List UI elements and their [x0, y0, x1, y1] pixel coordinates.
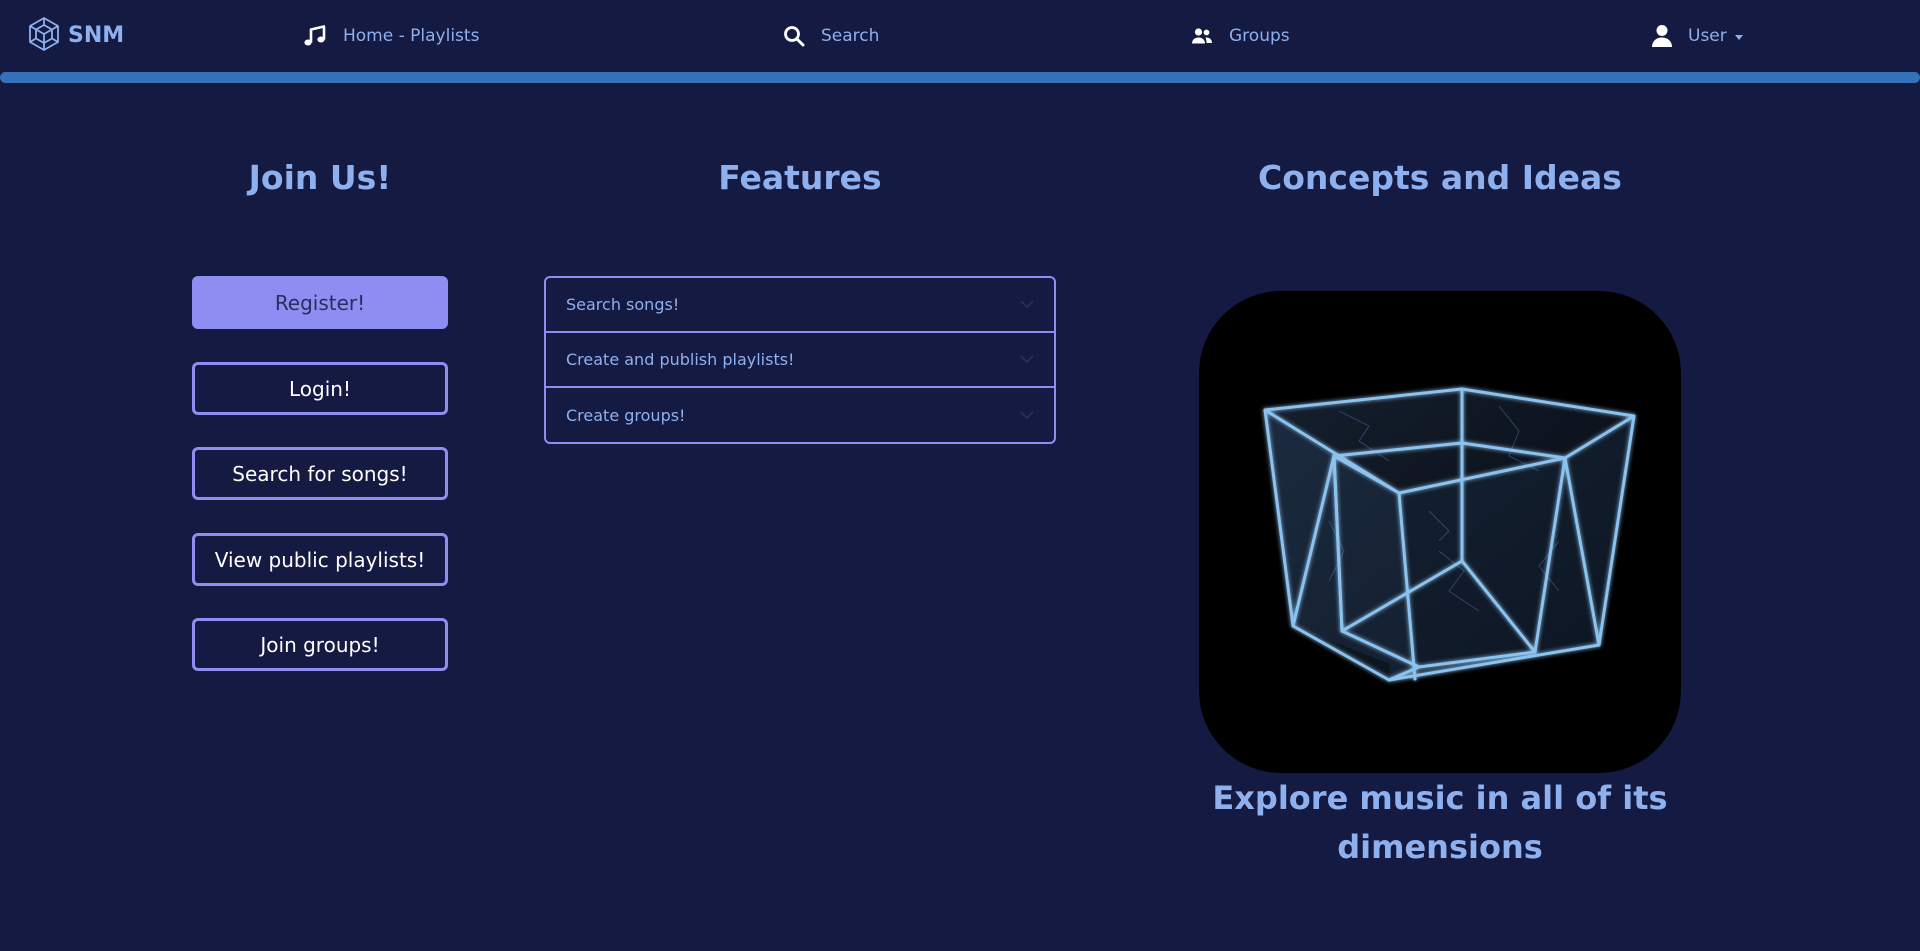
register-button[interactable]: Register! [192, 276, 448, 329]
view-public-playlists-button[interactable]: View public playlists! [192, 533, 448, 586]
accordion-item-label: Create and publish playlists! [566, 350, 795, 369]
nav-home-playlists[interactable]: Home - Playlists [303, 22, 479, 50]
accordion-item-create-groups[interactable]: Create groups! [546, 388, 1054, 442]
nav-search[interactable]: Search [783, 22, 879, 50]
nav-search-label: Search [821, 26, 880, 46]
features-heading: Features [718, 158, 882, 197]
join-groups-button[interactable]: Join groups! [192, 618, 448, 671]
nav-groups[interactable]: Groups [1191, 22, 1290, 50]
accordion-item-label: Search songs! [566, 295, 680, 314]
features-accordion: Search songs! Create and publish playlis… [544, 276, 1056, 444]
login-button[interactable]: Login! [192, 362, 448, 415]
navbar: SNM Home - Playlists Search Groups User [0, 0, 1920, 72]
accordion-item-create-playlists[interactable]: Create and publish playlists! [546, 333, 1054, 388]
join-heading: Join Us! [248, 158, 392, 197]
search-icon [783, 25, 805, 47]
search-songs-button[interactable]: Search for songs! [192, 447, 448, 500]
nav-user-dropdown[interactable]: User [1652, 22, 1743, 50]
brand-link[interactable]: SNM [28, 16, 124, 56]
cube-logo-icon [28, 16, 60, 56]
music-note-icon [303, 24, 327, 48]
caret-down-icon [1734, 34, 1743, 40]
users-icon [1191, 27, 1213, 45]
nav-user-label: User [1688, 26, 1727, 46]
chevron-down-icon [1020, 410, 1034, 420]
nav-groups-label: Groups [1229, 26, 1290, 46]
concepts-caption: Explore music in all of its dimensions [1212, 779, 1668, 866]
accordion-item-search-songs[interactable]: Search songs! [546, 278, 1054, 333]
nav-home-label: Home - Playlists [343, 26, 480, 46]
chevron-down-icon [1020, 355, 1034, 364]
navbar-divider [0, 72, 1920, 83]
user-icon [1652, 24, 1672, 48]
chevron-down-icon [1020, 300, 1034, 309]
brand-name: SNM [68, 23, 125, 48]
tesseract-cube-image [1199, 291, 1681, 773]
accordion-item-label: Create groups! [566, 405, 686, 425]
concepts-heading: Concepts and Ideas [1258, 158, 1622, 197]
